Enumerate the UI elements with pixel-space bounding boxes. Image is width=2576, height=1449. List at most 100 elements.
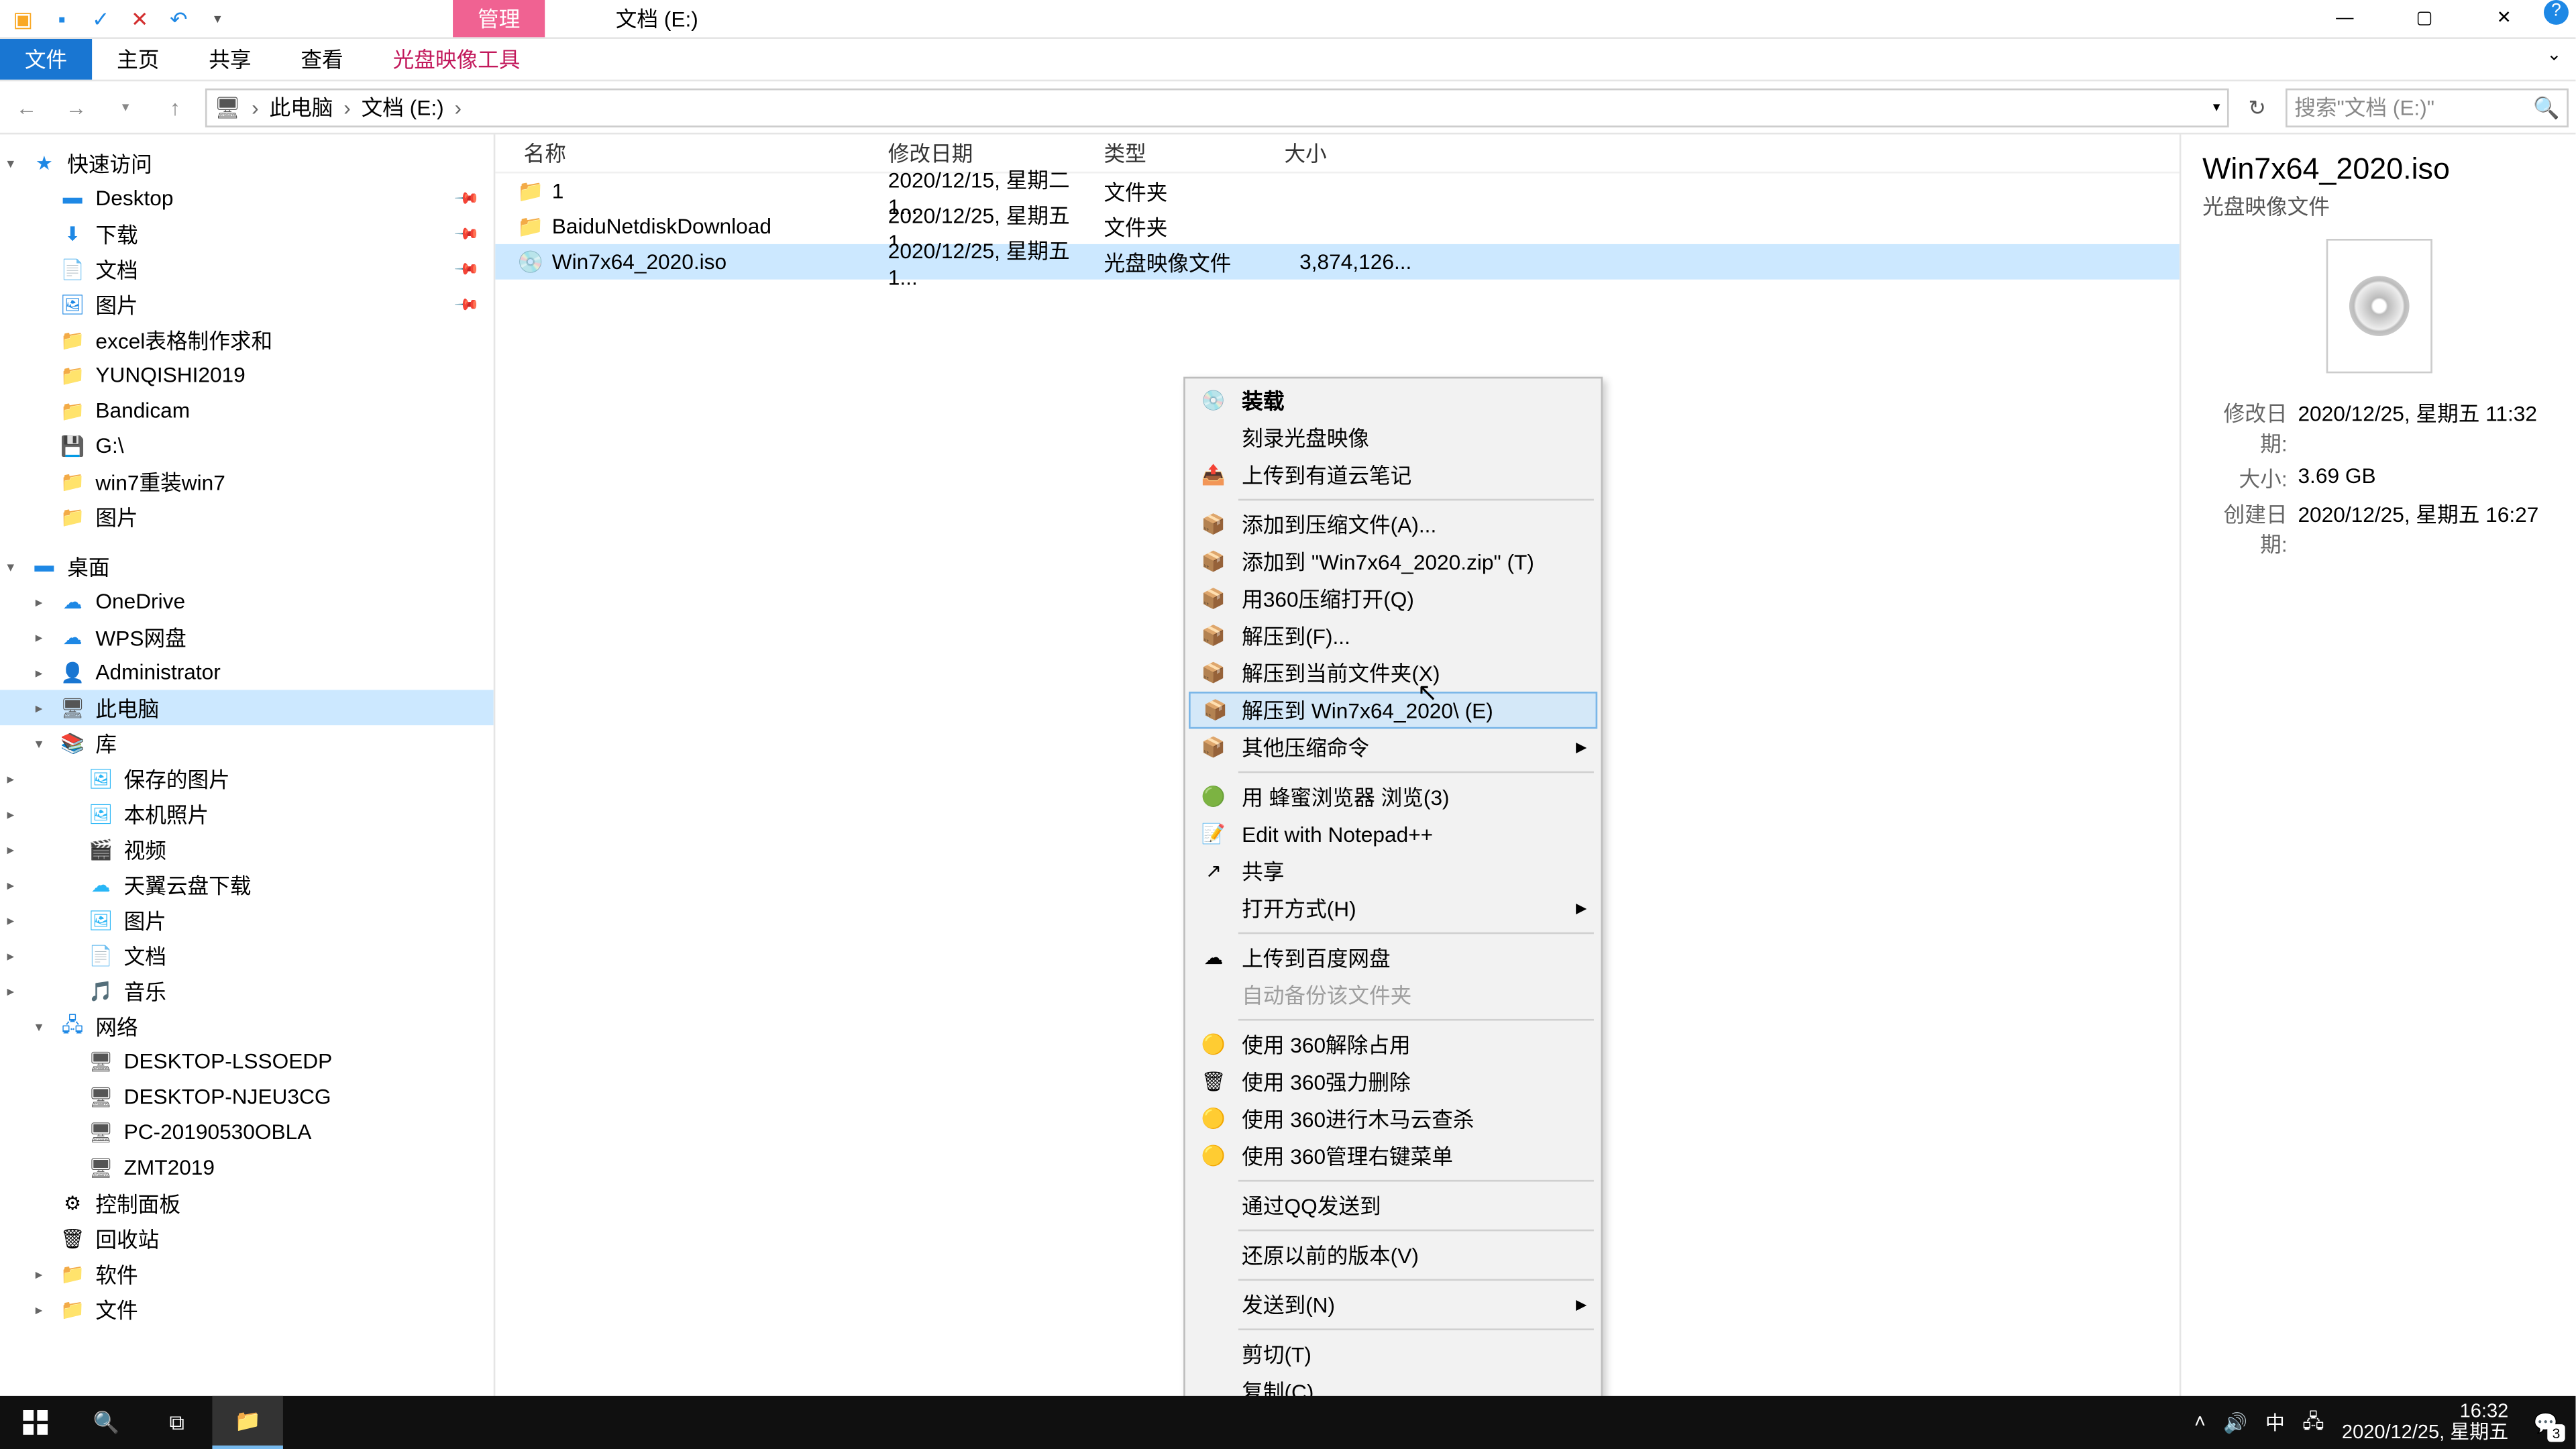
tree-item[interactable]: 📁excel表格制作求和 [0,322,494,358]
address-dropdown-icon[interactable]: ▾ [2213,99,2220,115]
volume-icon[interactable]: 🔊 [2223,1411,2247,1434]
tree-item[interactable]: ▸🖼图片 [0,902,494,938]
menu-item[interactable]: 打开方式(H)▶ [1189,890,1597,926]
notifications-button[interactable]: 💬3 [2526,1403,2565,1442]
tree-item[interactable]: 🖥PC-20190530OBLA [0,1114,494,1150]
breadcrumb-item[interactable]: 文档 (E:) [362,92,444,122]
col-name[interactable]: 名称 [495,138,888,168]
menu-item[interactable]: 📦解压到(F)... [1189,617,1597,654]
network-icon[interactable]: 🖧 [2302,1405,2324,1439]
save-icon[interactable]: ▪ [50,6,74,31]
menu-item[interactable]: 📦用360压缩打开(Q) [1189,580,1597,617]
tree-item[interactable]: 📁图片 [0,499,494,535]
tree-item[interactable]: ▸🎬视频 [0,831,494,867]
menu-item[interactable]: 通过QQ发送到 [1189,1187,1597,1224]
nav-history-dropdown[interactable]: ▾ [106,88,145,127]
menu-item[interactable]: 🗑使用 360强力删除 [1189,1063,1597,1100]
ribbon-tab-share[interactable]: 共享 [184,39,276,80]
menu-item[interactable]: 刻录光盘映像 [1189,419,1597,456]
tree-quick-access[interactable]: ▾★快速访问 [0,145,494,180]
tree-item[interactable]: ▸🎵音乐 [0,973,494,1008]
clock[interactable]: 16:32 2020/12/25, 星期五 [2342,1401,2508,1444]
tree-item[interactable]: ⬇下载📌 [0,216,494,252]
tree-network[interactable]: ▾🖧网络 [0,1008,494,1044]
tree-item[interactable]: 🖥ZMT2019 [0,1150,494,1185]
tray-chevron-icon[interactable]: ˄ [2194,1412,2206,1434]
tree-item[interactable]: ▸☁OneDrive [0,584,494,619]
tree-item[interactable]: 🗑回收站 [0,1221,494,1256]
tree-item[interactable]: ▸☁WPS网盘 [0,619,494,655]
explorer-taskbar-button[interactable]: 📁 [212,1396,282,1449]
menu-item[interactable]: 发送到(N)▶ [1189,1286,1597,1323]
maximize-button[interactable]: ▢ [2385,0,2465,38]
tree-item[interactable]: 🖥DESKTOP-NJEU3CG [0,1079,494,1115]
menu-item[interactable]: 剪切(T) [1189,1336,1597,1373]
undo-icon[interactable]: ↶ [166,6,191,31]
menu-item[interactable]: 📦解压到 Win7x64_2020\ (E) [1189,692,1597,729]
nav-up-button[interactable]: ↑ [156,88,195,127]
menu-item[interactable]: 📦添加到压缩文件(A)... [1189,506,1597,543]
menu-item[interactable]: 🟡使用 360解除占用 [1189,1026,1597,1063]
menu-item[interactable]: ↗共享 [1189,853,1597,890]
menu-item[interactable]: 🟢用 蜂蜜浏览器 浏览(3) [1189,778,1597,815]
tree-item[interactable]: 📁win7重装win7 [0,464,494,499]
search-button[interactable]: 🔍 [70,1396,141,1449]
tree-libraries[interactable]: ▾📚库 [0,725,494,761]
tree-item[interactable]: ▸🖼保存的图片 [0,761,494,796]
tree-item[interactable]: ▬Desktop📌 [0,180,494,216]
list-row-selected[interactable]: 💿 Win7x64_2020.iso 2020/12/25, 星期五 1... … [495,244,2179,280]
tree-item[interactable]: ▸☁天翼云盘下载 [0,867,494,902]
menu-item[interactable]: 📝Edit with Notepad++ [1189,816,1597,853]
tree-desktop[interactable]: ▾▬桌面 [0,548,494,584]
minimize-button[interactable]: — [2305,0,2385,38]
ribbon-tab-disc-tools[interactable]: 光盘映像工具 [368,39,545,80]
tree-item[interactable]: 📁YUNQISHI2019 [0,358,494,393]
breadcrumb-item[interactable]: 此电脑 [269,92,333,122]
tree-item[interactable]: ▸📁软件 [0,1256,494,1291]
menu-item[interactable]: 📤上传到有道云笔记 [1189,456,1597,493]
task-view-button[interactable]: ⧉ [142,1396,212,1449]
menu-item[interactable]: 💿装载 [1189,382,1597,419]
col-type[interactable]: 类型 [1104,138,1284,168]
tree-item[interactable]: 🖼图片📌 [0,286,494,322]
check-icon[interactable]: ✓ [89,6,113,31]
close-button[interactable]: ✕ [2464,0,2544,38]
tree-item[interactable]: 📄文档📌 [0,251,494,286]
list-row[interactable]: 📁 BaiduNetdiskDownload 2020/12/25, 星期五 1… [495,209,2179,244]
ribbon-tab-file[interactable]: 文件 [0,39,92,80]
nav-forward-button[interactable]: → [56,88,95,127]
search-input[interactable]: 搜索"文档 (E:)" 🔍 [2286,88,2569,127]
list-row[interactable]: 📁 1 2020/12/15, 星期二 1... 文件夹 [495,173,2179,209]
start-button[interactable] [0,1396,70,1449]
menu-item[interactable]: 🟡使用 360管理右键菜单 [1189,1138,1597,1175]
tree-item[interactable]: ▸🖼本机照片 [0,796,494,832]
menu-item[interactable]: ☁上传到百度网盘 [1189,939,1597,976]
tree-this-pc[interactable]: ▸🖥此电脑 [0,690,494,725]
nav-tree[interactable]: ▾★快速访问 ▬Desktop📌 ⬇下载📌 📄文档📌 🖼图片📌 📁excel表格… [0,134,495,1409]
ribbon-tab-view[interactable]: 查看 [276,39,368,80]
tree-item[interactable]: ▸📁文件 [0,1291,494,1327]
nav-back-button[interactable]: ← [7,88,46,127]
menu-item[interactable]: 🟡使用 360进行木马云查杀 [1189,1100,1597,1137]
menu-item[interactable]: 还原以前的版本(V) [1189,1236,1597,1273]
context-tab-manage[interactable]: 管理 [453,0,545,37]
tree-item[interactable]: 💾G:\ [0,428,494,464]
tree-item[interactable]: ▸👤Administrator [0,655,494,690]
address-bar[interactable]: 🖥 此电脑 文档 (E:) ▾ [205,88,2229,127]
refresh-button[interactable]: ↻ [2239,89,2275,125]
tree-item[interactable]: 📁Bandicam [0,392,494,428]
ribbon-expand-icon[interactable]: ⌄ [2532,39,2575,80]
tree-item[interactable]: ▸📄文档 [0,938,494,973]
col-size[interactable]: 大小 [1284,138,1408,168]
tree-item[interactable]: 🖥DESKTOP-LSSOEDP [0,1044,494,1079]
qat-dropdown-icon[interactable]: ▾ [205,6,230,31]
delete-icon[interactable]: ✕ [127,6,152,31]
ribbon-tab-home[interactable]: 主页 [92,39,184,80]
menu-item[interactable]: 📦添加到 "Win7x64_2020.zip" (T) [1189,543,1597,580]
menu-item[interactable]: 📦其他压缩命令▶ [1189,729,1597,765]
tree-item[interactable]: ⚙控制面板 [0,1185,494,1221]
help-icon[interactable]: ? [2544,0,2569,24]
ime-indicator[interactable]: 中 [2265,1408,2285,1436]
window-controls: — ▢ ✕ ? [2305,0,2575,38]
menu-item[interactable]: 📦解压到当前文件夹(X) [1189,655,1597,692]
